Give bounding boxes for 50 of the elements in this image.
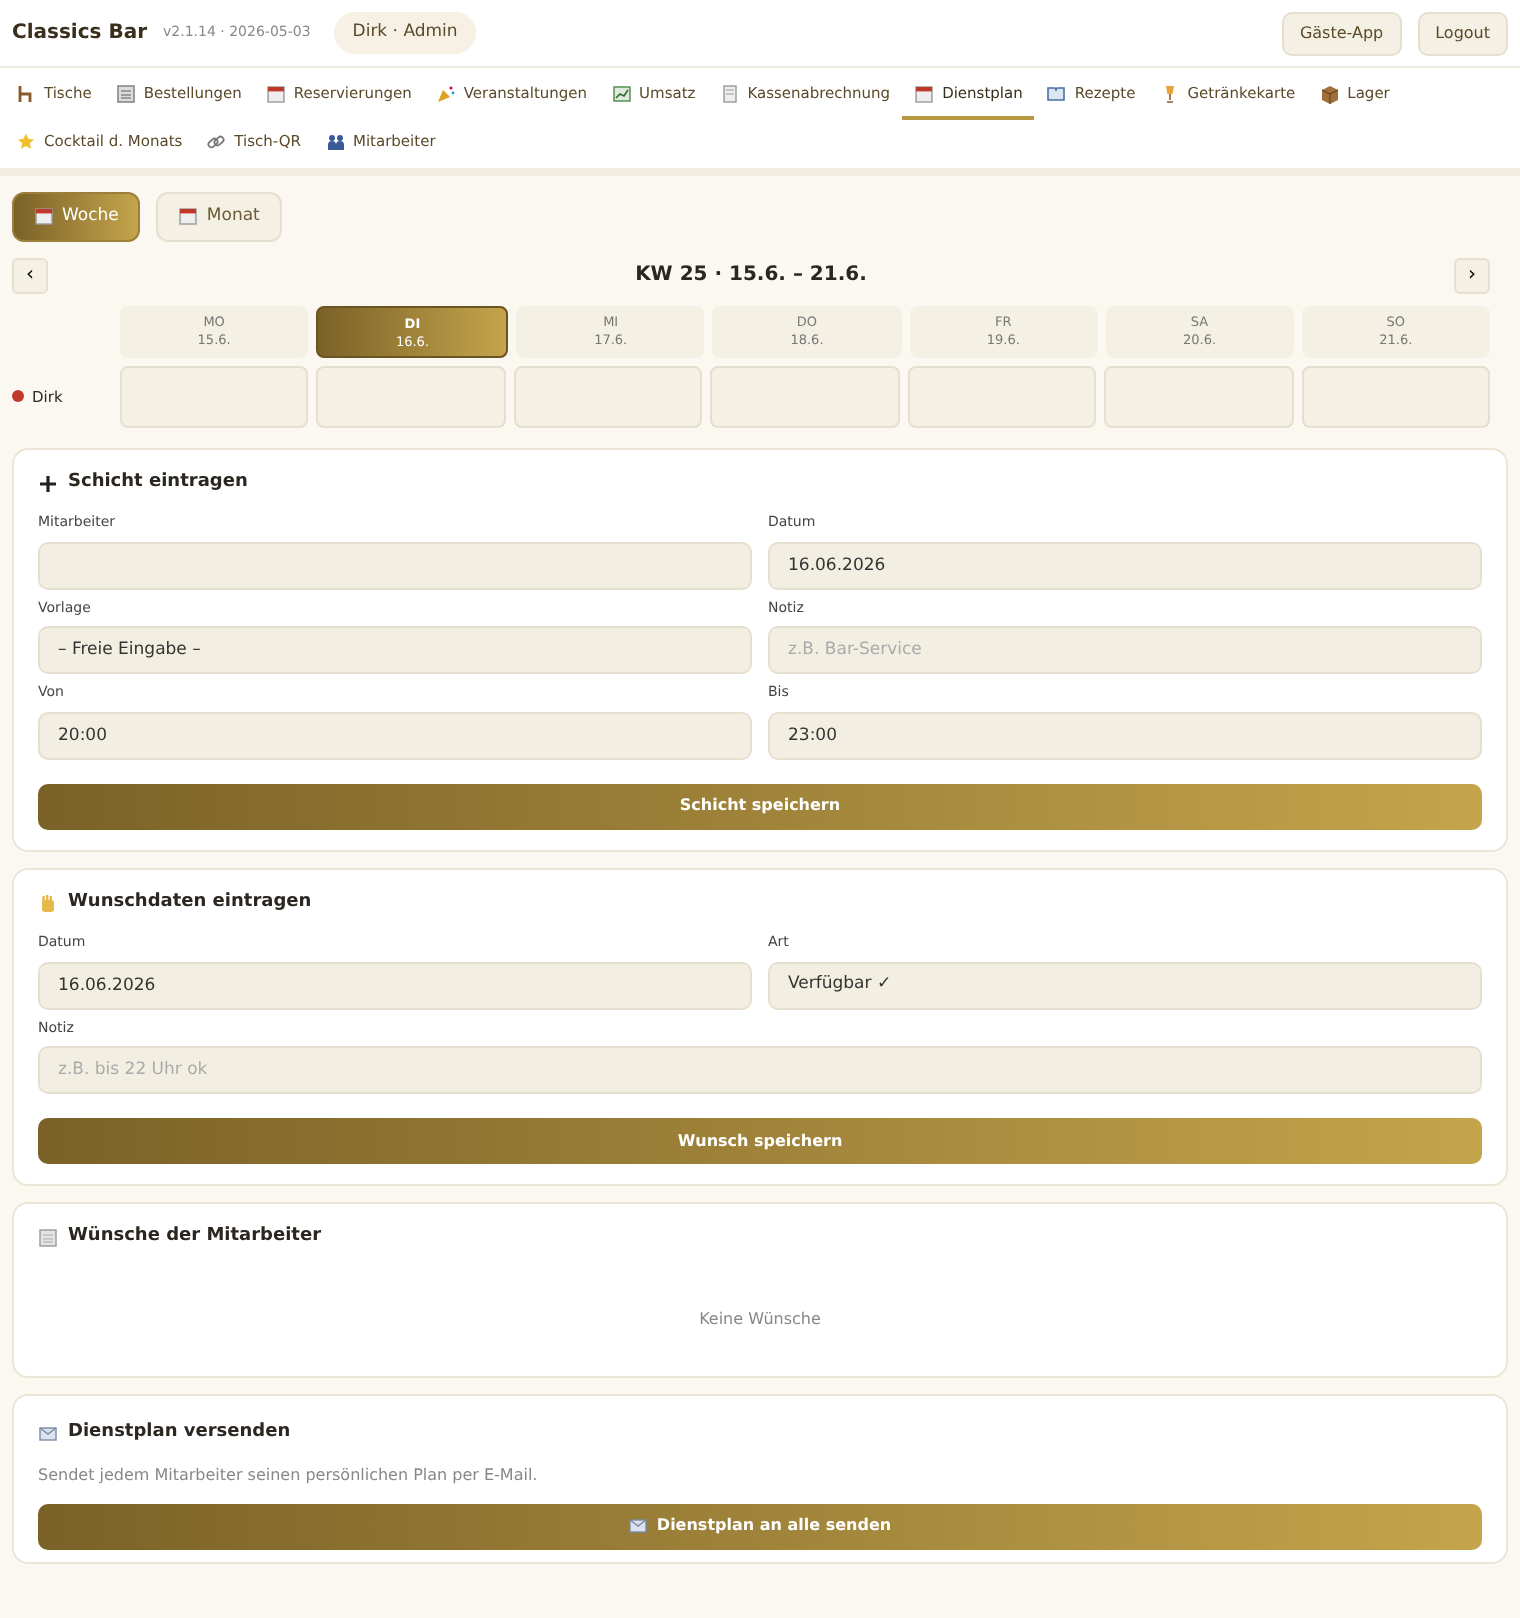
- shift-cell[interactable]: [316, 365, 506, 428]
- input-field[interactable]: 16.06.2026: [38, 961, 752, 1010]
- select-field[interactable]: Verfügbar ✓: [768, 961, 1482, 1010]
- empty-message: Keine Wünsche: [699, 1309, 821, 1328]
- card-title: Schicht eintragen: [68, 469, 248, 496]
- app-title: Classics Bar: [12, 20, 148, 48]
- user-badge: Dirk · Admin: [334, 12, 476, 54]
- view-toggle-button[interactable]: Monat: [156, 192, 282, 242]
- shift-cell[interactable]: [710, 365, 900, 428]
- envelope-icon: [38, 1424, 58, 1444]
- send-plan-button[interactable]: Dienstplan an alle senden: [38, 1503, 1482, 1550]
- next-week-button[interactable]: ›: [1454, 257, 1490, 294]
- link-icon: [206, 132, 227, 152]
- shift-cell[interactable]: [1104, 365, 1294, 428]
- week-title: KW 25 · 15.6. – 21.6.: [633, 262, 869, 291]
- input-field[interactable]: 20:00: [38, 711, 752, 760]
- card-title: Wünsche der Mitarbeiter: [68, 1224, 322, 1251]
- raised-hand-icon: [38, 893, 58, 913]
- input-field[interactable]: 16.06.2026: [768, 541, 1482, 590]
- select-field[interactable]: [38, 541, 752, 590]
- input-field[interactable]: 23:00: [768, 711, 1482, 760]
- star-icon: [16, 132, 36, 152]
- people-icon: [325, 132, 345, 152]
- previous-week-button[interactable]: ‹: [12, 257, 48, 294]
- box-icon: [1319, 84, 1340, 104]
- list-icon: [115, 84, 136, 104]
- select-field[interactable]: – Freie Eingabe –: [38, 626, 752, 675]
- plus-icon: [38, 473, 58, 493]
- save-wish-button[interactable]: Wunsch speichern: [38, 1118, 1482, 1165]
- input-field[interactable]: z.B. Bar-Service: [768, 626, 1482, 675]
- calendar-icon: [914, 84, 935, 104]
- notepad-icon: [38, 1228, 58, 1248]
- calendar-icon: [178, 206, 199, 227]
- logout-button[interactable]: Logout: [1417, 11, 1508, 55]
- save-shift-button[interactable]: Schicht speichern: [38, 783, 1482, 830]
- party-popper-icon: [435, 84, 456, 104]
- chart-icon: [611, 84, 632, 104]
- input-field[interactable]: z.B. bis 22 Uhr ok: [38, 1046, 1482, 1095]
- header-button[interactable]: Gäste-App: [1281, 11, 1402, 55]
- send-description: Sendet jedem Mitarbeiter seinen persönlichen Plan per E-Mail.: [38, 1463, 540, 1488]
- calendar-icon: [34, 206, 54, 227]
- book-icon: [1046, 84, 1067, 104]
- shift-cell[interactable]: [1301, 365, 1490, 428]
- card-title: Wunschdaten eintragen: [68, 889, 312, 916]
- calendar-icon: [265, 84, 286, 104]
- card-title: Dienstplan versenden: [68, 1420, 291, 1447]
- shift-cell[interactable]: [120, 365, 309, 428]
- envelope-icon: [628, 1516, 649, 1537]
- shift-cell[interactable]: [907, 365, 1097, 428]
- shift-cell[interactable]: [513, 365, 703, 428]
